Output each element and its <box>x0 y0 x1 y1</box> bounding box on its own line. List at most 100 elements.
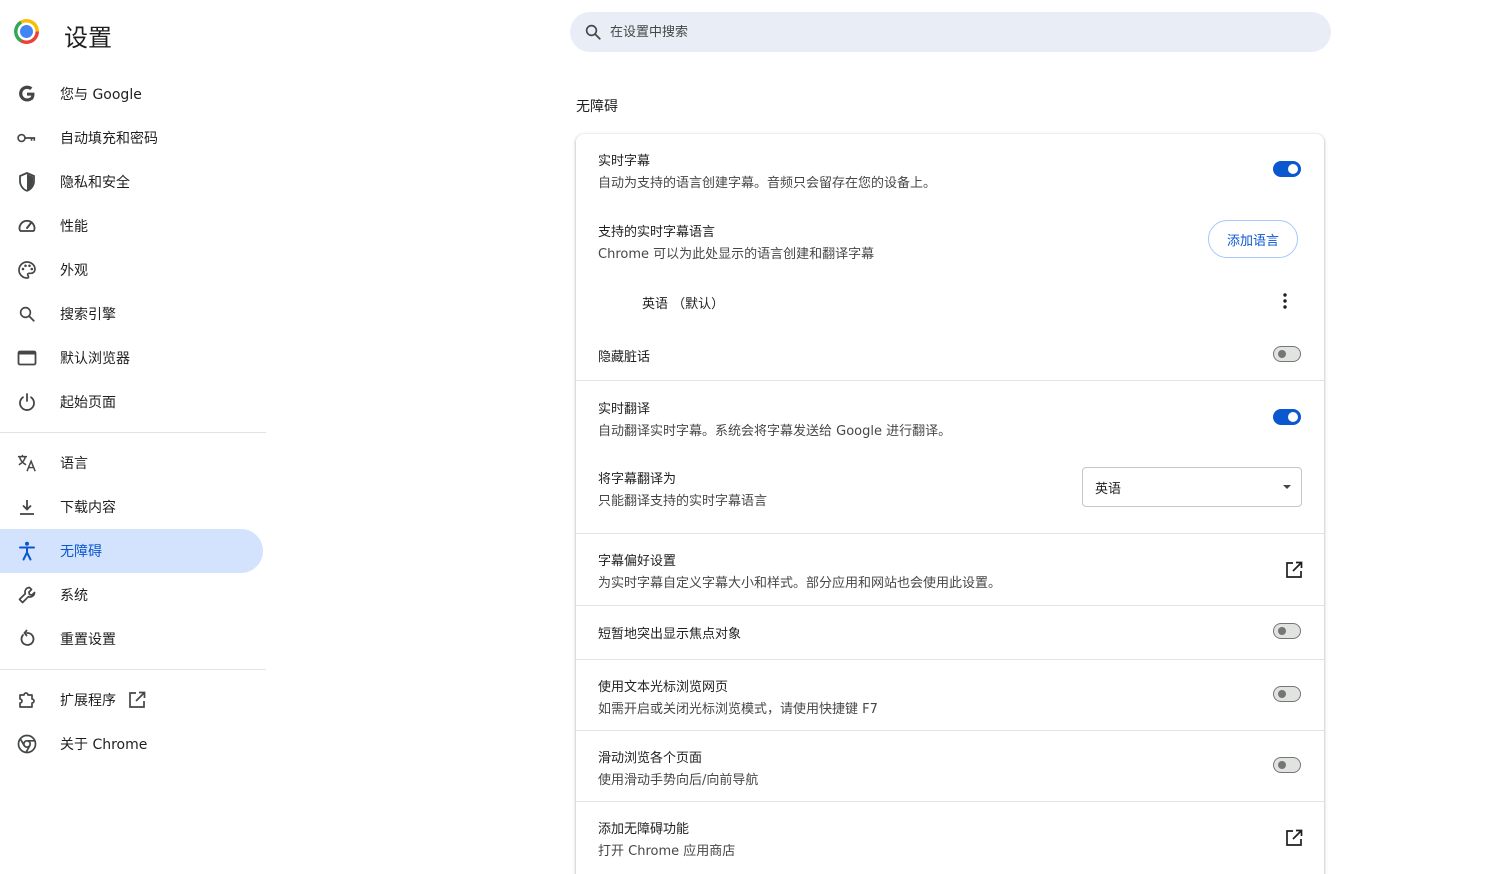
translate-to-title: 将字幕翻译为 <box>598 472 677 487</box>
external-link-icon <box>128 691 146 709</box>
chrome-logo-icon <box>14 19 39 44</box>
sidebar-divider <box>0 432 266 433</box>
sidebar-item-label: 自动填充和密码 <box>60 131 158 147</box>
caption-languages-title: 支持的实时字幕语言 <box>598 225 716 240</box>
sidebar-item-label: 重置设置 <box>60 632 116 648</box>
sidebar-item-label: 系统 <box>60 588 88 604</box>
live-caption-toggle[interactable] <box>1273 161 1301 177</box>
caret-browsing-toggle[interactable] <box>1273 686 1301 702</box>
caption-preferences-row[interactable]: 字幕偏好设置 为实时字幕自定义字幕大小和样式。部分应用和网站也会使用此设置。 <box>576 534 1324 605</box>
section-title: 无障碍 <box>576 99 618 115</box>
translate-to-row: 将字幕翻译为 只能翻译支持的实时字幕语言 英语 <box>576 451 1324 533</box>
mask-profanity-toggle[interactable] <box>1273 346 1301 362</box>
sidebar-item-label: 搜索引擎 <box>60 307 116 323</box>
dropdown-arrow-icon <box>1283 485 1291 489</box>
sidebar-item-extensions[interactable]: 扩展程序 <box>0 678 263 722</box>
language-item-label: 英语 （默认） <box>642 297 725 312</box>
open-in-new-icon[interactable] <box>1284 828 1304 848</box>
sidebar-divider <box>0 669 266 670</box>
swipe-navigation-title: 滑动浏览各个页面 <box>598 751 703 766</box>
browser-window-icon <box>17 348 37 368</box>
mask-profanity-title: 隐藏脏话 <box>598 350 651 365</box>
sidebar-item-performance[interactable]: 性能 <box>0 204 263 248</box>
google-icon <box>17 84 37 104</box>
sidebar-item-label: 下载内容 <box>60 500 116 516</box>
mask-profanity-row[interactable]: 隐藏脏话 <box>576 330 1324 380</box>
sidebar-item-autofill[interactable]: 自动填充和密码 <box>0 116 263 160</box>
power-icon <box>17 392 37 412</box>
sidebar-item-downloads[interactable]: 下载内容 <box>0 485 263 529</box>
reset-icon <box>17 629 37 649</box>
puzzle-icon <box>17 690 37 710</box>
focus-highlight-title: 短暂地突出显示焦点对象 <box>598 627 742 642</box>
sidebar-item-label: 默认浏览器 <box>60 351 130 367</box>
search-icon <box>17 304 37 324</box>
search-input[interactable] <box>610 24 1290 40</box>
sidebar-item-you-and-google[interactable]: 您与 Google <box>0 72 263 116</box>
sidebar-item-label: 无障碍 <box>60 544 102 560</box>
focus-highlight-row[interactable]: 短暂地突出显示焦点对象 <box>576 606 1324 659</box>
open-in-new-icon[interactable] <box>1284 560 1304 580</box>
accessibility-icon <box>17 541 37 561</box>
key-icon <box>17 128 37 148</box>
sidebar-item-languages[interactable]: 语言 <box>0 441 263 485</box>
sidebar-item-label: 隐私和安全 <box>60 175 130 191</box>
add-features-subtitle: 打开 Chrome 应用商店 <box>598 844 736 859</box>
focus-highlight-toggle[interactable] <box>1273 623 1301 639</box>
translate-language-value: 英语 <box>1095 481 1122 497</box>
chrome-icon <box>17 734 37 754</box>
sidebar-item-label: 您与 Google <box>60 87 142 103</box>
live-translate-subtitle: 自动翻译实时字幕。系统会将字幕发送给 Google 进行翻译。 <box>598 424 952 439</box>
caption-languages-row: 支持的实时字幕语言 Chrome 可以为此处显示的语言创建和翻译字幕 添加语言 <box>576 204 1324 276</box>
live-caption-subtitle: 自动为支持的语言创建字幕。音频只会留存在您的设备上。 <box>598 176 937 191</box>
download-icon <box>17 497 37 517</box>
sidebar-item-search-engine[interactable]: 搜索引擎 <box>0 292 263 336</box>
language-list-item: 英语 （默认） <box>576 276 1324 326</box>
caret-browsing-title: 使用文本光标浏览网页 <box>598 680 729 695</box>
add-accessibility-features-row[interactable]: 添加无障碍功能 打开 Chrome 应用商店 <box>576 802 1324 874</box>
sidebar-item-on-startup[interactable]: 起始页面 <box>0 380 263 424</box>
caption-preferences-subtitle: 为实时字幕自定义字幕大小和样式。部分应用和网站也会使用此设置。 <box>598 576 1002 591</box>
sidebar-item-privacy[interactable]: 隐私和安全 <box>0 160 263 204</box>
swipe-navigation-toggle[interactable] <box>1273 757 1301 773</box>
sidebar-item-label: 语言 <box>60 456 88 472</box>
live-translate-toggle[interactable] <box>1273 409 1301 425</box>
sidebar-item-appearance[interactable]: 外观 <box>0 248 263 292</box>
search-bar[interactable] <box>570 12 1331 52</box>
sidebar-item-label: 关于 Chrome <box>60 737 148 753</box>
accessibility-card: 实时字幕 自动为支持的语言创建字幕。音频只会留存在您的设备上。 支持的实时字幕语… <box>576 134 1324 874</box>
translate-language-select[interactable]: 英语 <box>1082 467 1302 507</box>
live-translate-title: 实时翻译 <box>598 402 651 417</box>
page-title: 设置 <box>64 24 112 52</box>
live-caption-title: 实时字幕 <box>598 154 651 169</box>
sidebar-item-label: 起始页面 <box>60 395 116 411</box>
sidebar-item-default-browser[interactable]: 默认浏览器 <box>0 336 263 380</box>
more-vert-icon[interactable] <box>699 157 719 177</box>
add-features-title: 添加无障碍功能 <box>598 822 690 837</box>
caret-browsing-row[interactable]: 使用文本光标浏览网页 如需开启或关闭光标浏览模式，请使用快捷键 F7 <box>576 660 1324 730</box>
translate-icon <box>17 453 37 473</box>
swipe-navigation-row[interactable]: 滑动浏览各个页面 使用滑动手势向后/向前导航 <box>576 731 1324 801</box>
shield-icon <box>17 172 37 192</box>
wrench-icon <box>17 585 37 605</box>
caption-languages-subtitle: Chrome 可以为此处显示的语言创建和翻译字幕 <box>598 247 875 262</box>
live-caption-row[interactable]: 实时字幕 自动为支持的语言创建字幕。音频只会留存在您的设备上。 <box>576 134 1324 204</box>
search-icon <box>585 24 601 40</box>
caret-browsing-subtitle: 如需开启或关闭光标浏览模式，请使用快捷键 F7 <box>598 702 878 717</box>
palette-icon <box>17 260 37 280</box>
caption-preferences-title: 字幕偏好设置 <box>598 554 677 569</box>
sidebar-item-system[interactable]: 系统 <box>0 573 263 617</box>
sidebar-item-label: 扩展程序 <box>60 693 116 709</box>
sidebar-item-label: 外观 <box>60 263 88 279</box>
sidebar: 您与 Google 自动填充和密码 隐私和安全 性能 外观 搜索引擎 默认浏览器… <box>0 72 266 766</box>
speedometer-icon <box>17 216 37 236</box>
sidebar-item-reset[interactable]: 重置设置 <box>0 617 263 661</box>
language-more-button[interactable] <box>1275 291 1295 311</box>
more-vert-icon <box>1283 293 1287 309</box>
live-translate-row[interactable]: 实时翻译 自动翻译实时字幕。系统会将字幕发送给 Google 进行翻译。 <box>576 381 1324 451</box>
swipe-navigation-subtitle: 使用滑动手势向后/向前导航 <box>598 773 759 788</box>
sidebar-item-accessibility[interactable]: 无障碍 <box>0 529 263 573</box>
sidebar-item-label: 性能 <box>60 219 88 235</box>
add-language-button[interactable]: 添加语言 <box>1208 220 1299 258</box>
sidebar-item-about-chrome[interactable]: 关于 Chrome <box>0 722 263 766</box>
